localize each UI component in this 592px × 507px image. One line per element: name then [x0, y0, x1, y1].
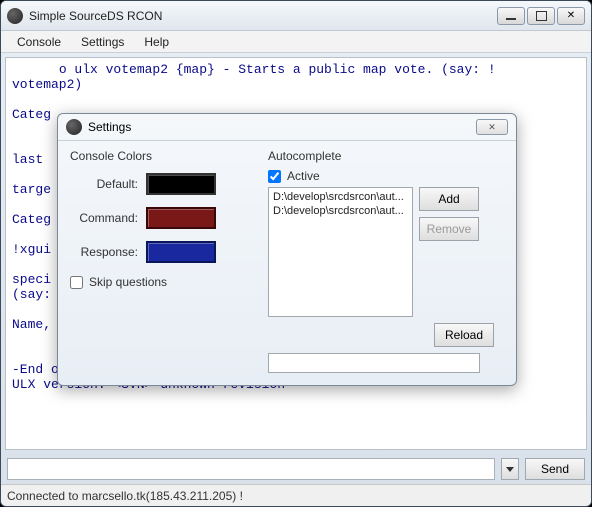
command-color-label: Command:: [70, 211, 146, 225]
list-item[interactable]: D:\develop\srcdsrcon\aut...: [271, 190, 410, 204]
console-colors-label: Console Colors: [70, 149, 260, 163]
active-checkbox[interactable]: [268, 170, 281, 183]
reload-button[interactable]: Reload: [434, 323, 494, 347]
titlebar: Simple SourceDS RCON: [1, 1, 591, 31]
menu-help[interactable]: Help: [134, 33, 179, 51]
skip-questions-label: Skip questions: [89, 275, 167, 289]
active-label: Active: [287, 169, 320, 183]
dialog-close-button[interactable]: [476, 119, 508, 135]
remove-button[interactable]: Remove: [419, 217, 479, 241]
close-button[interactable]: [557, 7, 585, 25]
settings-dialog: Settings Console Colors Default: Command…: [57, 113, 517, 386]
maximize-button[interactable]: [527, 7, 555, 25]
autocomplete-list[interactable]: D:\develop\srcdsrcon\aut... D:\develop\s…: [268, 187, 413, 317]
main-window: Simple SourceDS RCON Console Settings He…: [0, 0, 592, 507]
dialog-icon: [66, 119, 82, 135]
default-color-label: Default:: [70, 177, 146, 191]
dialog-title: Settings: [88, 120, 476, 134]
response-color-swatch[interactable]: [146, 241, 216, 263]
app-icon: [7, 8, 23, 24]
list-item[interactable]: D:\develop\srcdsrcon\aut...: [271, 204, 410, 218]
default-color-swatch[interactable]: [146, 173, 216, 195]
history-dropdown-button[interactable]: [501, 458, 519, 480]
statusbar: Connected to marcsello.tk(185.43.211.205…: [1, 484, 591, 506]
command-color-swatch[interactable]: [146, 207, 216, 229]
send-button[interactable]: Send: [525, 458, 585, 480]
window-title: Simple SourceDS RCON: [29, 9, 497, 23]
skip-questions-checkbox[interactable]: [70, 276, 83, 289]
add-button[interactable]: Add: [419, 187, 479, 211]
minimize-button[interactable]: [497, 7, 525, 25]
input-row: Send: [1, 454, 591, 484]
autocomplete-path-input[interactable]: [268, 353, 480, 373]
menubar: Console Settings Help: [1, 31, 591, 53]
command-input[interactable]: [7, 458, 495, 480]
autocomplete-label: Autocomplete: [268, 149, 504, 163]
menu-console[interactable]: Console: [7, 33, 71, 51]
dialog-titlebar: Settings: [58, 114, 516, 141]
menu-settings[interactable]: Settings: [71, 33, 134, 51]
response-color-label: Response:: [70, 245, 146, 259]
